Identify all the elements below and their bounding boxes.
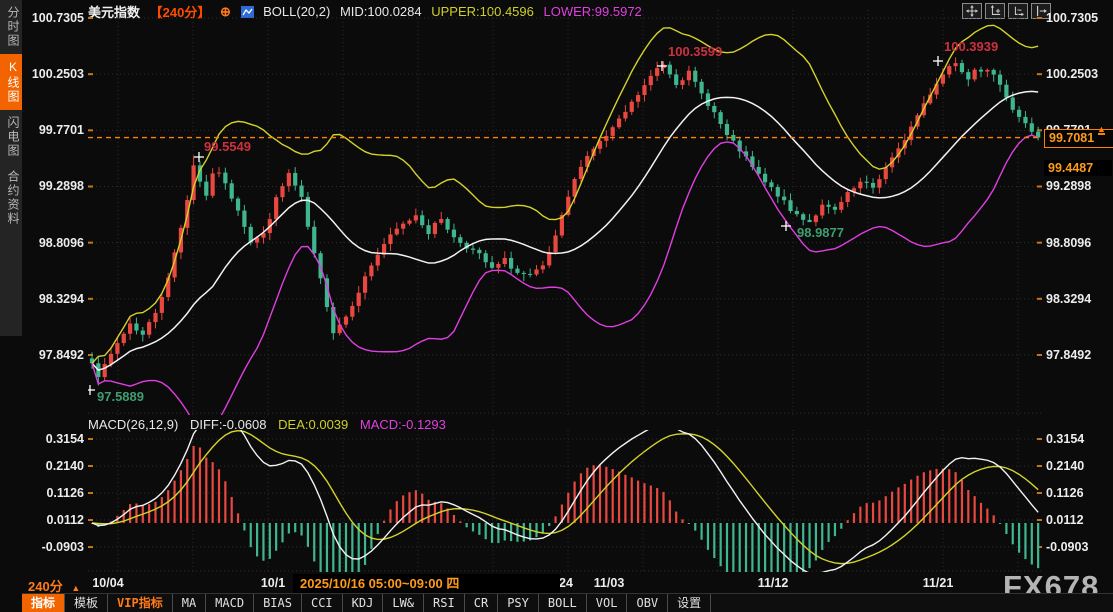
y-axis-label: 0.0112: [26, 512, 84, 528]
toolbar-item-PSY[interactable]: PSY: [498, 594, 539, 612]
toolbar-item-CR[interactable]: CR: [465, 594, 498, 612]
toolbar-item-设置[interactable]: 设置: [668, 594, 711, 612]
indicator-toolbar: 指标模板VIP指标MAMACDBIASCCIKDJLW&RSICRPSYBOLL…: [22, 593, 1113, 612]
y-axis-label: 98.3294: [1046, 291, 1104, 307]
x-axis-date-label: 24: [559, 576, 573, 590]
price-annotation: 100.3939: [944, 39, 998, 54]
y-axis-label: 98.3294: [26, 291, 84, 307]
crosshair-tooltip: 2025/10/16 05:00~09:00 四: [293, 574, 560, 593]
timeframe-button-label: 240分: [28, 579, 63, 594]
toolbar-item-VOL[interactable]: VOL: [587, 594, 628, 612]
toolbar-item-BIAS[interactable]: BIAS: [254, 594, 302, 612]
price-annotation: 100.3599: [668, 44, 722, 59]
toolbar-item-CCI[interactable]: CCI: [302, 594, 343, 612]
trading-app: 分时图K线图闪电图合约资料 美元指数 【240分】 ⊕ BOLL(20,2) M…: [0, 0, 1113, 612]
sidebar-filler: [0, 336, 22, 612]
toolbar-item-LW&[interactable]: LW&: [383, 594, 424, 612]
price-direction-icon: ▲: [1097, 125, 1106, 135]
y-axis-label: -0.0903: [1046, 539, 1104, 555]
x-axis-date-label: 10/1: [261, 576, 285, 590]
y-axis-label: -0.0903: [26, 539, 84, 555]
toolbar-item-BOLL[interactable]: BOLL: [539, 594, 587, 612]
y-axis-label: 97.8492: [1046, 347, 1104, 363]
sidebar-item-4[interactable]: 合约资料: [0, 164, 22, 232]
y-axis-label: 98.8096: [26, 235, 84, 251]
x-axis-date-label: 11/12: [758, 576, 789, 590]
price-annotation: 99.5549: [204, 139, 251, 154]
y-axis-label: 0.2140: [1046, 458, 1104, 474]
x-axis-date-label: 10/04: [92, 576, 123, 590]
y-axis-label: 0.3154: [26, 431, 84, 447]
triangle-up-icon: ▲: [71, 583, 80, 593]
sidebar-item-2[interactable]: K线图: [0, 54, 22, 110]
price-annotation: 98.9877: [797, 225, 844, 240]
y-axis-label: 99.2898: [1046, 178, 1104, 194]
toolbar-item-指标[interactable]: 指标: [22, 594, 65, 612]
toolbar-item-RSI[interactable]: RSI: [424, 594, 465, 612]
price-annotation: 97.5889: [97, 389, 144, 404]
y-axis-label: 100.2503: [1046, 66, 1104, 82]
main-chart-canvas[interactable]: [88, 10, 1042, 415]
x-axis-date-label: 11/21: [923, 576, 954, 590]
y-axis-label: 100.2503: [26, 66, 84, 82]
y-axis-label: 99.2898: [26, 178, 84, 194]
y-axis-label: 0.3154: [1046, 431, 1104, 447]
toolbar-item-OBV[interactable]: OBV: [627, 594, 668, 612]
y-axis-label: 0.1126: [1046, 485, 1104, 501]
x-axis-date-label: 11/03: [594, 576, 625, 590]
y-axis-label: 97.8492: [26, 347, 84, 363]
sidebar-item-1[interactable]: 分时图: [0, 0, 22, 54]
y-axis-label: 100.7305: [26, 10, 84, 26]
toolbar-item-模板[interactable]: 模板: [65, 594, 108, 612]
reference-price-box: 99.4487: [1044, 160, 1112, 176]
toolbar-item-KDJ[interactable]: KDJ: [343, 594, 384, 612]
y-axis-label: 99.7701: [26, 122, 84, 138]
y-axis-label: 0.2140: [26, 458, 84, 474]
y-axis-label: 0.1126: [26, 485, 84, 501]
macd-canvas[interactable]: [88, 430, 1042, 572]
y-axis-label: 0.0112: [1046, 512, 1104, 528]
toolbar-item-MACD[interactable]: MACD: [206, 594, 254, 612]
toolbar-item-VIP指标[interactable]: VIP指标: [108, 594, 173, 612]
y-axis-label: 100.7305: [1046, 10, 1104, 26]
sidebar-item-3[interactable]: 闪电图: [0, 110, 22, 164]
y-axis-label: 98.8096: [1046, 235, 1104, 251]
toolbar-item-MA[interactable]: MA: [173, 594, 206, 612]
